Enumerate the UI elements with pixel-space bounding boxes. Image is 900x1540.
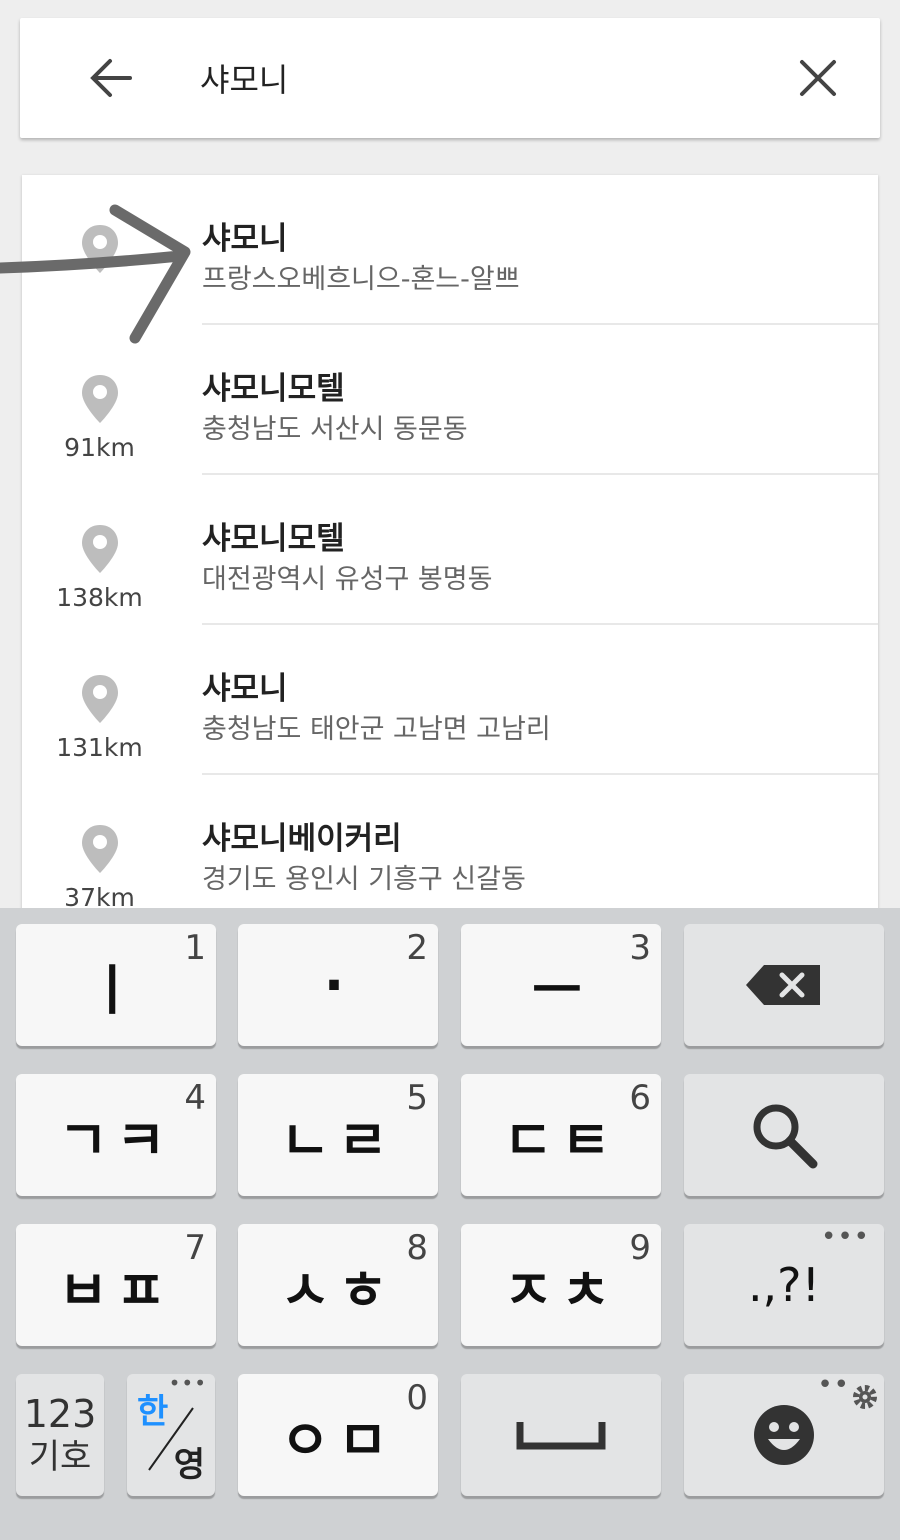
key-label: ㄱㅋ xyxy=(58,1108,174,1172)
key-label: .,?! xyxy=(747,1258,821,1312)
search-input[interactable]: 샤모니 xyxy=(200,18,288,138)
more-options-icon: ••• xyxy=(168,1371,207,1395)
search-bar: 샤모니 xyxy=(20,18,880,138)
location-pin-icon xyxy=(82,225,118,273)
more-options-icon: ••• xyxy=(820,1222,870,1252)
language-switch-key[interactable]: ••• 한 영 xyxy=(127,1371,215,1496)
result-title: 샤모니 xyxy=(202,663,288,708)
key-nieun-rieul[interactable]: 5 ㄴㄹ xyxy=(238,1074,438,1196)
key-jieut-chieut[interactable]: 9 ㅈㅊ xyxy=(461,1224,661,1346)
arrow-left-icon xyxy=(90,59,132,97)
location-pin-icon xyxy=(82,375,118,423)
key-number: 0 xyxy=(406,1378,428,1418)
key-vowel-dot[interactable]: 2 · xyxy=(238,924,438,1046)
result-title: 샤모니모텔 xyxy=(202,363,345,408)
search-icon xyxy=(753,1104,818,1169)
result-item[interactable]: 샤모니 프랑스오베흐니으-혼느-알쁘 xyxy=(22,175,878,325)
result-item[interactable]: 37km 샤모니베이커리 경기도 용인시 기흥구 신갈동 xyxy=(22,775,878,910)
result-title: 샤모니베이커리 xyxy=(202,813,402,858)
result-distance: 37km xyxy=(64,883,135,910)
num-symbol-labels: 123 기호 xyxy=(24,1392,97,1478)
result-distance: 91km xyxy=(64,433,135,462)
num-symbol-key[interactable]: 123 기호 xyxy=(16,1374,104,1496)
location-pin-icon xyxy=(82,825,118,873)
space-key[interactable] xyxy=(461,1374,661,1496)
key-number: 9 xyxy=(629,1228,651,1268)
more-options-icon: •• xyxy=(817,1370,850,1400)
title-rest: 모텔 xyxy=(287,521,345,557)
key-label: ㅈㅊ xyxy=(503,1258,619,1322)
pin-column: 131km xyxy=(22,625,177,775)
key-label-symbols: 기호 xyxy=(28,1437,92,1478)
back-button[interactable] xyxy=(82,50,138,106)
title-match: 샤모니 xyxy=(202,671,288,707)
key-label: ㄷㅌ xyxy=(503,1108,619,1172)
pin-column xyxy=(22,175,177,325)
key-label: ㅡ xyxy=(532,958,590,1022)
result-item[interactable]: 138km 샤모니모텔 대전광역시 유성구 봉명동 xyxy=(22,475,878,625)
title-rest: 모텔 xyxy=(287,371,345,407)
key-number: 3 xyxy=(629,928,651,968)
title-rest: 베이커리 xyxy=(287,821,402,857)
search-key[interactable] xyxy=(684,1074,884,1196)
result-address: 프랑스오베흐니으-혼느-알쁘 xyxy=(202,264,520,295)
key-giyeok-kieuk[interactable]: 4 ㄱㅋ xyxy=(16,1074,216,1196)
key-label-numbers: 123 xyxy=(23,1391,97,1436)
key-label: ㅂㅍ xyxy=(58,1258,174,1322)
key-label: ㅇㅁ xyxy=(280,1408,396,1472)
key-number: 4 xyxy=(184,1078,206,1118)
result-address: 충청남도 서산시 동문동 xyxy=(202,414,468,445)
result-address: 충청남도 태안군 고남면 고남리 xyxy=(202,714,551,745)
backspace-icon xyxy=(746,965,820,1005)
key-siot-hieut[interactable]: 8 ㅅㅎ xyxy=(238,1224,438,1346)
key-bieup-pieup[interactable]: 7 ㅂㅍ xyxy=(16,1224,216,1346)
key-number: 1 xyxy=(184,928,206,968)
key-label: · xyxy=(323,953,353,1017)
result-item[interactable]: 131km 샤모니 충청남도 태안군 고남면 고남리 xyxy=(22,625,878,775)
key-label: ㅅㅎ xyxy=(280,1258,396,1322)
result-title: 샤모니 xyxy=(202,221,288,257)
search-results-list: 샤모니 프랑스오베흐니으-혼느-알쁘 91km 샤모니모텔 충청남도 서산시 동… xyxy=(22,175,878,910)
result-address: 대전광역시 유성구 봉명동 xyxy=(202,564,493,595)
emoji-smile-icon xyxy=(754,1405,814,1465)
key-number: 8 xyxy=(406,1228,428,1268)
result-address: 경기도 용인시 기흥구 신갈동 xyxy=(202,864,526,895)
space-icon xyxy=(516,1422,606,1450)
title-match: 샤모니 xyxy=(202,521,288,557)
location-pin-icon xyxy=(82,525,118,573)
key-vowel-eu[interactable]: 3 ㅡ xyxy=(461,924,661,1046)
backspace-key[interactable] xyxy=(684,924,884,1046)
key-number: 6 xyxy=(629,1078,651,1118)
location-pin-icon xyxy=(82,675,118,723)
punctuation-key[interactable]: ••• .,?! xyxy=(684,1224,884,1346)
pin-column: 37km xyxy=(22,775,177,910)
result-title: 샤모니모텔 xyxy=(202,513,345,558)
key-vowel-i[interactable]: 1 ㅣ xyxy=(16,924,216,1046)
key-label: ㄴㄹ xyxy=(280,1108,396,1172)
pin-column: 138km xyxy=(22,475,177,625)
virtual-keyboard: 1 ㅣ 2 · 3 ㅡ 4 ㄱㅋ 5 ㄴㄹ 6 ㄷㅌ 7 ㅂㅍ 8 ㅅㅎ 9 ㅈ… xyxy=(0,908,900,1540)
key-number: 2 xyxy=(406,928,428,968)
key-number: 5 xyxy=(406,1078,428,1118)
key-label: ㅣ xyxy=(87,958,145,1022)
key-digeut-tieut[interactable]: 6 ㄷㅌ xyxy=(461,1074,661,1196)
emoji-key[interactable]: •• xyxy=(684,1370,884,1496)
result-item[interactable]: 91km 샤모니모텔 충청남도 서산시 동문동 xyxy=(22,325,878,475)
result-distance: 131km xyxy=(56,733,143,762)
title-match: 샤모니 xyxy=(202,821,288,857)
gear-icon xyxy=(853,1385,877,1409)
key-ieung-mieum[interactable]: 0 ㅇㅁ xyxy=(238,1374,438,1496)
clear-button[interactable] xyxy=(794,54,842,102)
key-number: 7 xyxy=(184,1228,206,1268)
result-distance: 138km xyxy=(56,583,143,612)
language-english-label: 영 xyxy=(173,1445,205,1485)
close-icon xyxy=(800,60,836,96)
pin-column: 91km xyxy=(22,325,177,475)
title-match: 샤모니 xyxy=(202,371,288,407)
